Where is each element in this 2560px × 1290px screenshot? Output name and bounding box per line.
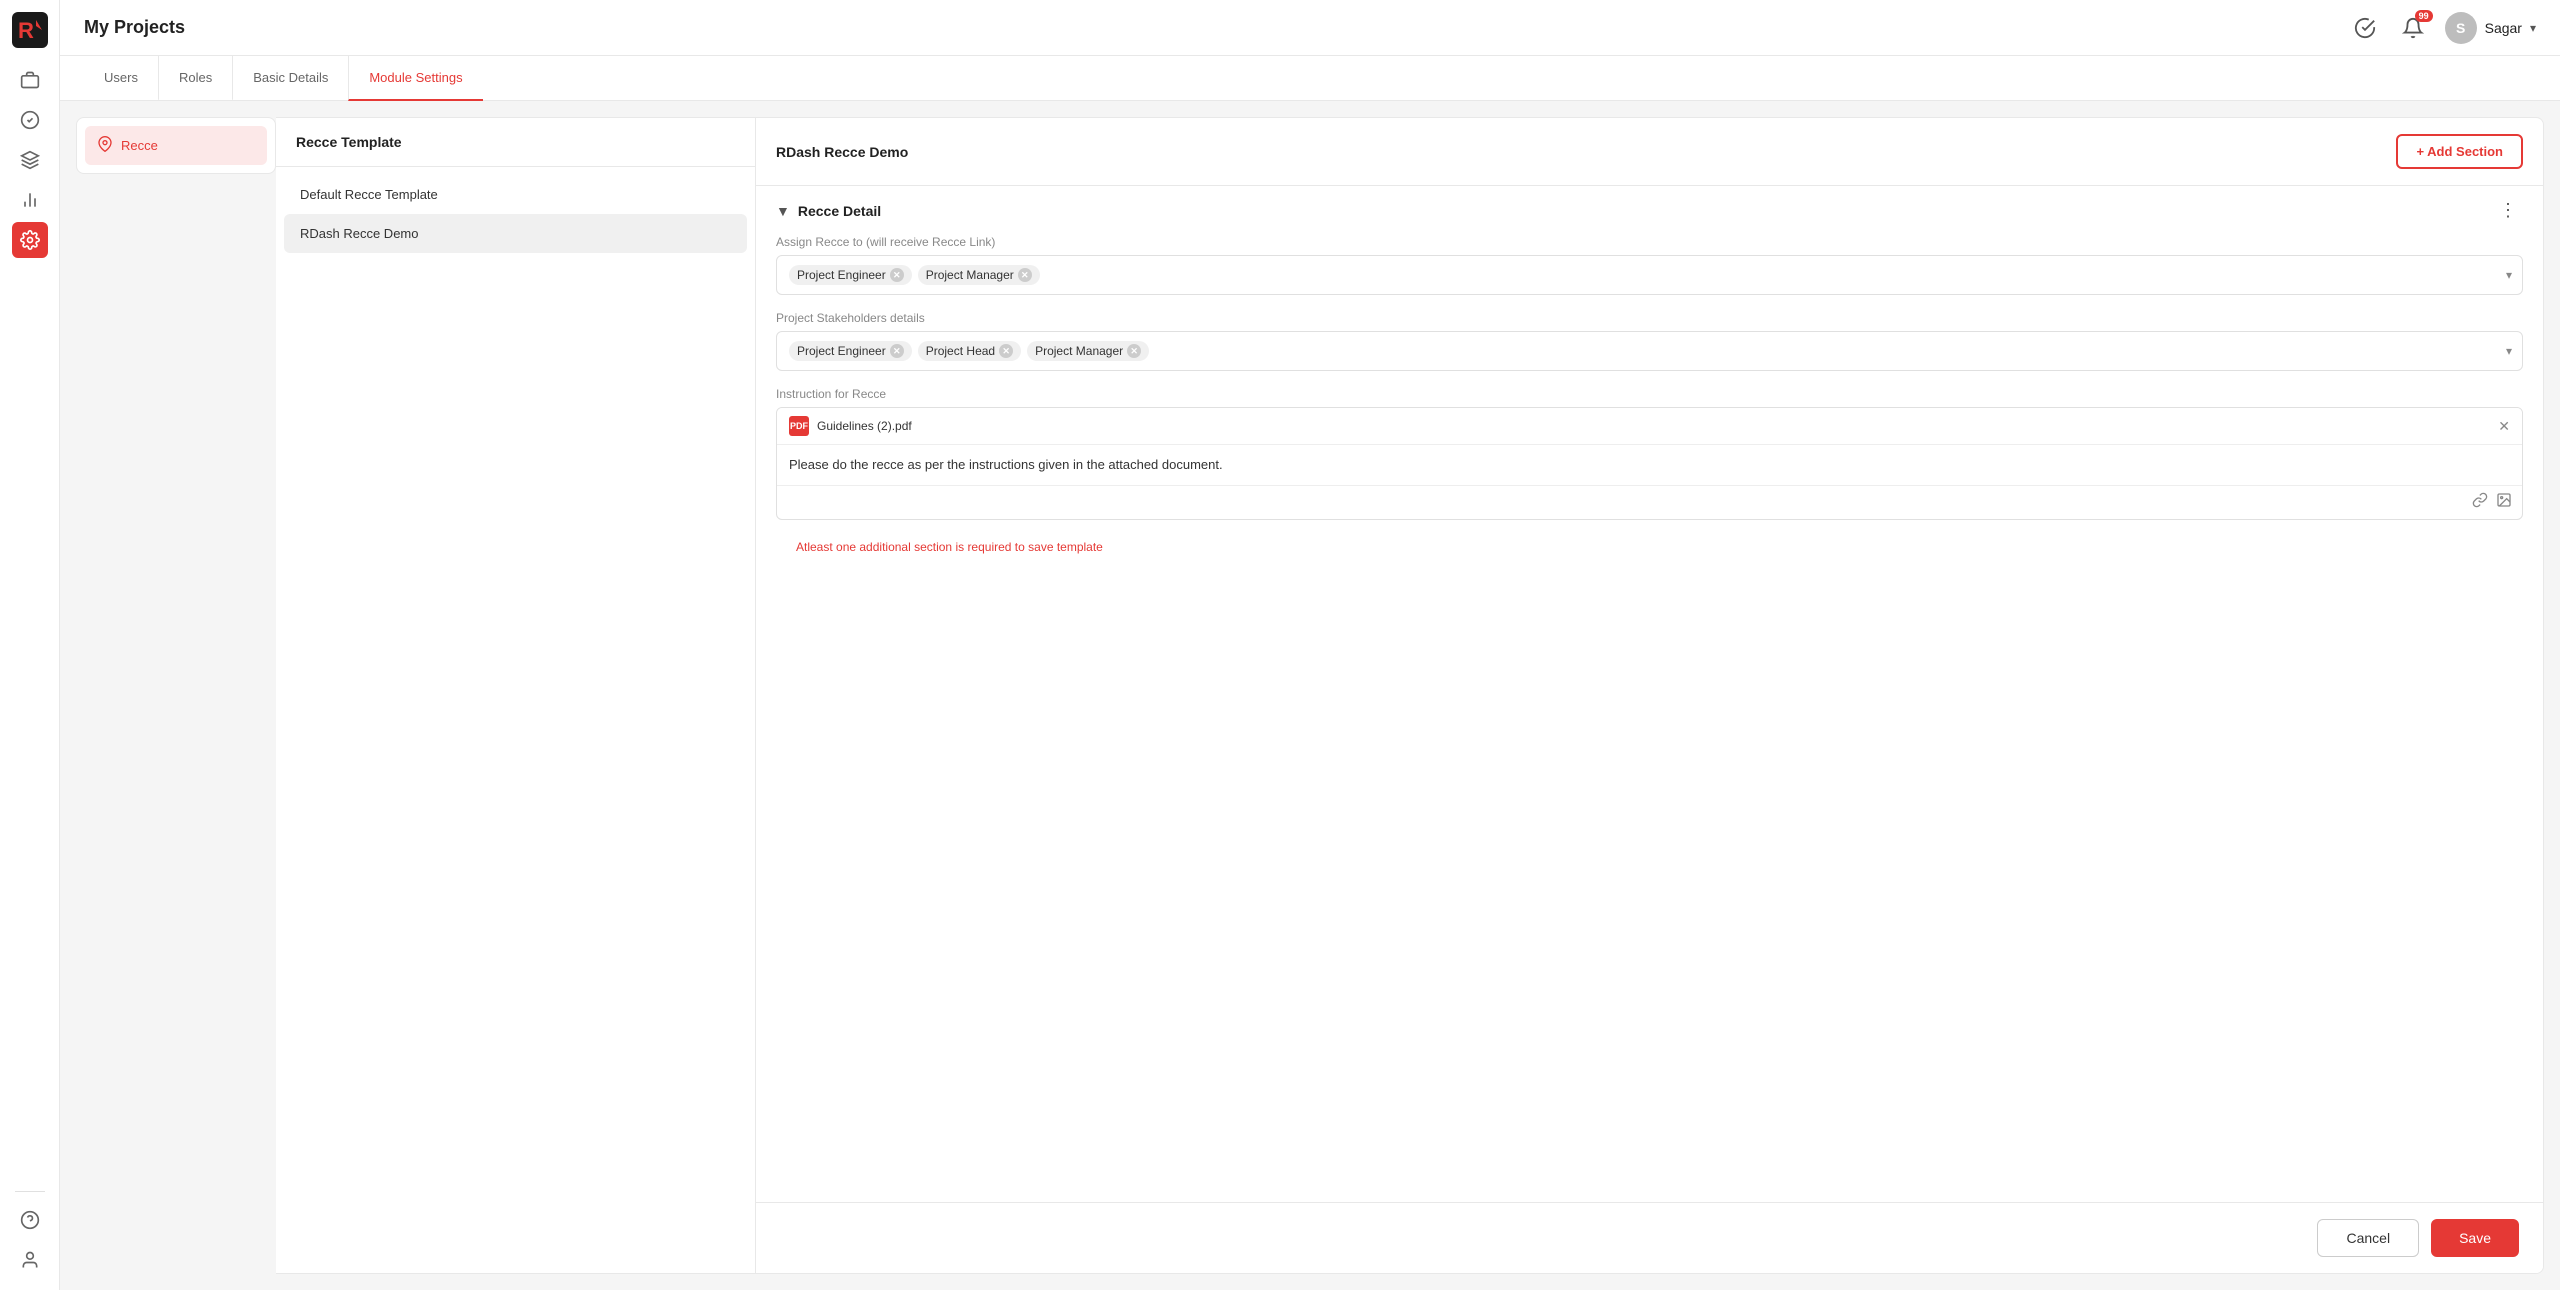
notification-icon[interactable]: 99 <box>2397 12 2429 44</box>
add-section-button[interactable]: + Add Section <box>2396 134 2523 169</box>
instruction-toolbar <box>777 485 2522 519</box>
section-more-options[interactable]: ⋮ <box>2493 198 2523 223</box>
tab-basic-details[interactable]: Basic Details <box>232 56 348 101</box>
sidebar-bottom <box>12 1185 48 1278</box>
sidebar-item-user-circle[interactable] <box>12 1242 48 1278</box>
assign-recce-label: Assign Recce to (will receive Recce Link… <box>776 235 2523 249</box>
tab-users[interactable]: Users <box>84 56 158 101</box>
stakeholders-label: Project Stakeholders details <box>776 311 2523 325</box>
main-content: My Projects 99 S Sagar ▾ Users Roles Bas… <box>60 0 2560 1290</box>
sidebar-divider <box>15 1191 45 1192</box>
assign-recce-dropdown-arrow: ▾ <box>2506 268 2512 282</box>
instruction-input[interactable]: PDF Guidelines (2).pdf ✕ Please do the r… <box>776 407 2523 520</box>
template-panel-header: Recce Template <box>276 118 755 167</box>
attachment-name: Guidelines (2).pdf <box>817 419 2490 433</box>
tag-project-head: Project Head ✕ <box>918 341 1021 361</box>
image-icon[interactable] <box>2496 492 2512 513</box>
instruction-text: Please do the recce as per the instructi… <box>777 445 2522 485</box>
header: My Projects 99 S Sagar ▾ <box>60 0 2560 56</box>
attachment-remove-button[interactable]: ✕ <box>2498 418 2510 435</box>
sidebar: R <box>0 0 60 1290</box>
remove-tag-project-manager-2[interactable]: ✕ <box>1127 344 1141 358</box>
attachment-bar: PDF Guidelines (2).pdf ✕ <box>777 408 2522 445</box>
detail-panel: RDash Recce Demo + Add Section ▼ Recce D… <box>756 117 2544 1274</box>
category-panel: Recce <box>76 117 276 174</box>
notification-badge: 99 <box>2415 10 2433 22</box>
header-right: 99 S Sagar ▾ <box>2349 12 2536 44</box>
assign-recce-input[interactable]: Project Engineer ✕ Project Manager ✕ ▾ <box>776 255 2523 295</box>
save-button[interactable]: Save <box>2431 1219 2519 1257</box>
recce-icon <box>97 136 113 155</box>
tag-label: Project Manager <box>1035 344 1123 358</box>
instruction-label: Instruction for Recce <box>776 387 2523 401</box>
tag-label: Project Engineer <box>797 344 886 358</box>
page-title: My Projects <box>84 17 185 38</box>
template-item-rdash[interactable]: RDash Recce Demo <box>284 214 747 253</box>
stakeholders-field: Project Stakeholders details Project Eng… <box>776 311 2523 371</box>
user-avatar: S <box>2445 12 2477 44</box>
remove-tag-project-engineer-1[interactable]: ✕ <box>890 268 904 282</box>
section-chevron-icon: ▼ <box>776 203 790 219</box>
user-menu[interactable]: S Sagar ▾ <box>2445 12 2536 44</box>
sidebar-item-help[interactable] <box>12 1202 48 1238</box>
remove-tag-project-engineer-2[interactable]: ✕ <box>890 344 904 358</box>
template-list: Default Recce Template RDash Recce Demo <box>276 167 755 261</box>
sidebar-item-settings[interactable] <box>12 222 48 258</box>
section-header[interactable]: ▼ Recce Detail ⋮ <box>756 186 2543 235</box>
section-header-left: ▼ Recce Detail <box>776 203 881 219</box>
sidebar-item-check[interactable] <box>12 102 48 138</box>
user-dropdown-arrow: ▾ <box>2530 21 2536 35</box>
tab-roles[interactable]: Roles <box>158 56 232 101</box>
pdf-icon: PDF <box>789 416 809 436</box>
tag-project-engineer-1: Project Engineer ✕ <box>789 265 912 285</box>
bottom-actions: Cancel Save <box>756 1202 2543 1273</box>
task-icon[interactable] <box>2349 12 2381 44</box>
tag-label: Project Manager <box>926 268 1014 282</box>
template-item-default[interactable]: Default Recce Template <box>284 175 747 214</box>
tag-project-manager-2: Project Manager ✕ <box>1027 341 1149 361</box>
content-area: Recce Recce Template Default Recce Templ… <box>60 101 2560 1290</box>
user-name-label: Sagar <box>2485 20 2522 36</box>
instruction-field-group: Instruction for Recce PDF Guidelines (2)… <box>776 387 2523 520</box>
category-item-recce[interactable]: Recce <box>85 126 267 165</box>
tag-label: Project Head <box>926 344 995 358</box>
link-icon[interactable] <box>2472 492 2488 513</box>
detail-panel-header: RDash Recce Demo + Add Section <box>756 118 2543 186</box>
sidebar-item-layers[interactable] <box>12 142 48 178</box>
tag-project-manager-1: Project Manager ✕ <box>918 265 1040 285</box>
template-panel: Recce Template Default Recce Template RD… <box>276 117 756 1274</box>
sidebar-item-briefcase[interactable] <box>12 62 48 98</box>
svg-text:R: R <box>18 18 34 43</box>
validation-message: Atleast one additional section is requir… <box>776 536 2523 562</box>
detail-panel-title: RDash Recce Demo <box>776 144 908 160</box>
remove-tag-project-head[interactable]: ✕ <box>999 344 1013 358</box>
tag-label: Project Engineer <box>797 268 886 282</box>
category-label-recce: Recce <box>121 138 158 153</box>
stakeholders-input[interactable]: Project Engineer ✕ Project Head ✕ Projec… <box>776 331 2523 371</box>
assign-recce-field: Assign Recce to (will receive Recce Link… <box>776 235 2523 295</box>
section-body: Assign Recce to (will receive Recce Link… <box>756 235 2543 578</box>
tab-bar: Users Roles Basic Details Module Setting… <box>60 56 2560 101</box>
app-logo[interactable]: R <box>12 12 48 48</box>
remove-tag-project-manager-1[interactable]: ✕ <box>1018 268 1032 282</box>
tag-project-engineer-2: Project Engineer ✕ <box>789 341 912 361</box>
sidebar-item-chart[interactable] <box>12 182 48 218</box>
detail-content: ▼ Recce Detail ⋮ Assign Recce to (will r… <box>756 186 2543 1202</box>
stakeholders-dropdown-arrow: ▾ <box>2506 344 2512 358</box>
tab-module-settings[interactable]: Module Settings <box>348 56 482 101</box>
section-title: Recce Detail <box>798 203 881 219</box>
cancel-button[interactable]: Cancel <box>2317 1219 2419 1257</box>
